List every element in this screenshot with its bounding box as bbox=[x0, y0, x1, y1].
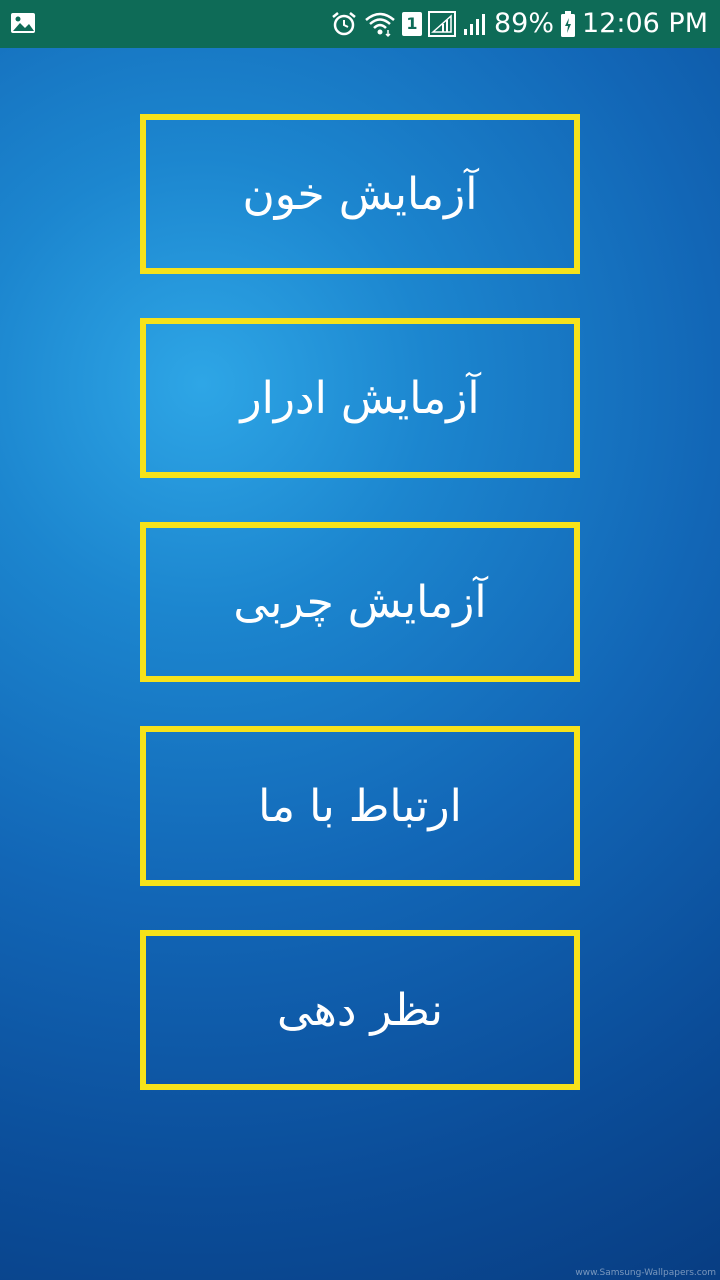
wallpaper-watermark: www.Samsung-Wallpapers.com bbox=[575, 1268, 716, 1278]
battery-charging-icon bbox=[560, 10, 576, 38]
main-menu: آزمایش خون آزمایش ادرار آزمایش چربی ارتب… bbox=[140, 114, 580, 1134]
menu-item-label: آزمایش ادرار bbox=[240, 372, 480, 424]
contact-us-button[interactable]: ارتباط با ما bbox=[140, 726, 580, 886]
wifi-icon bbox=[364, 10, 396, 38]
clock-time: 12:06 PM bbox=[582, 8, 708, 39]
blood-test-button[interactable]: آزمایش خون bbox=[140, 114, 580, 274]
menu-item-label: آزمایش خون bbox=[242, 168, 478, 220]
status-bar: 1 89% 12:06 PM bbox=[0, 0, 720, 48]
menu-item-label: ارتباط با ما bbox=[258, 780, 462, 832]
status-icons: 1 89% 12:06 PM bbox=[330, 0, 708, 48]
alarm-icon bbox=[330, 10, 358, 38]
menu-item-label: نظر دهی bbox=[276, 984, 444, 1036]
signal-icon bbox=[428, 11, 456, 37]
sim1-badge: 1 bbox=[402, 12, 422, 36]
app-screen: 1 89% 12:06 PM آزمایش خون آزمایش ادرار آ… bbox=[0, 0, 720, 1280]
menu-item-label: آزمایش چربی bbox=[233, 576, 487, 628]
gallery-icon bbox=[10, 10, 36, 36]
feedback-button[interactable]: نظر دهی bbox=[140, 930, 580, 1090]
lipid-test-button[interactable]: آزمایش چربی bbox=[140, 522, 580, 682]
urine-test-button[interactable]: آزمایش ادرار bbox=[140, 318, 580, 478]
signal-icon bbox=[462, 11, 488, 37]
battery-percent: 89% bbox=[494, 8, 555, 39]
